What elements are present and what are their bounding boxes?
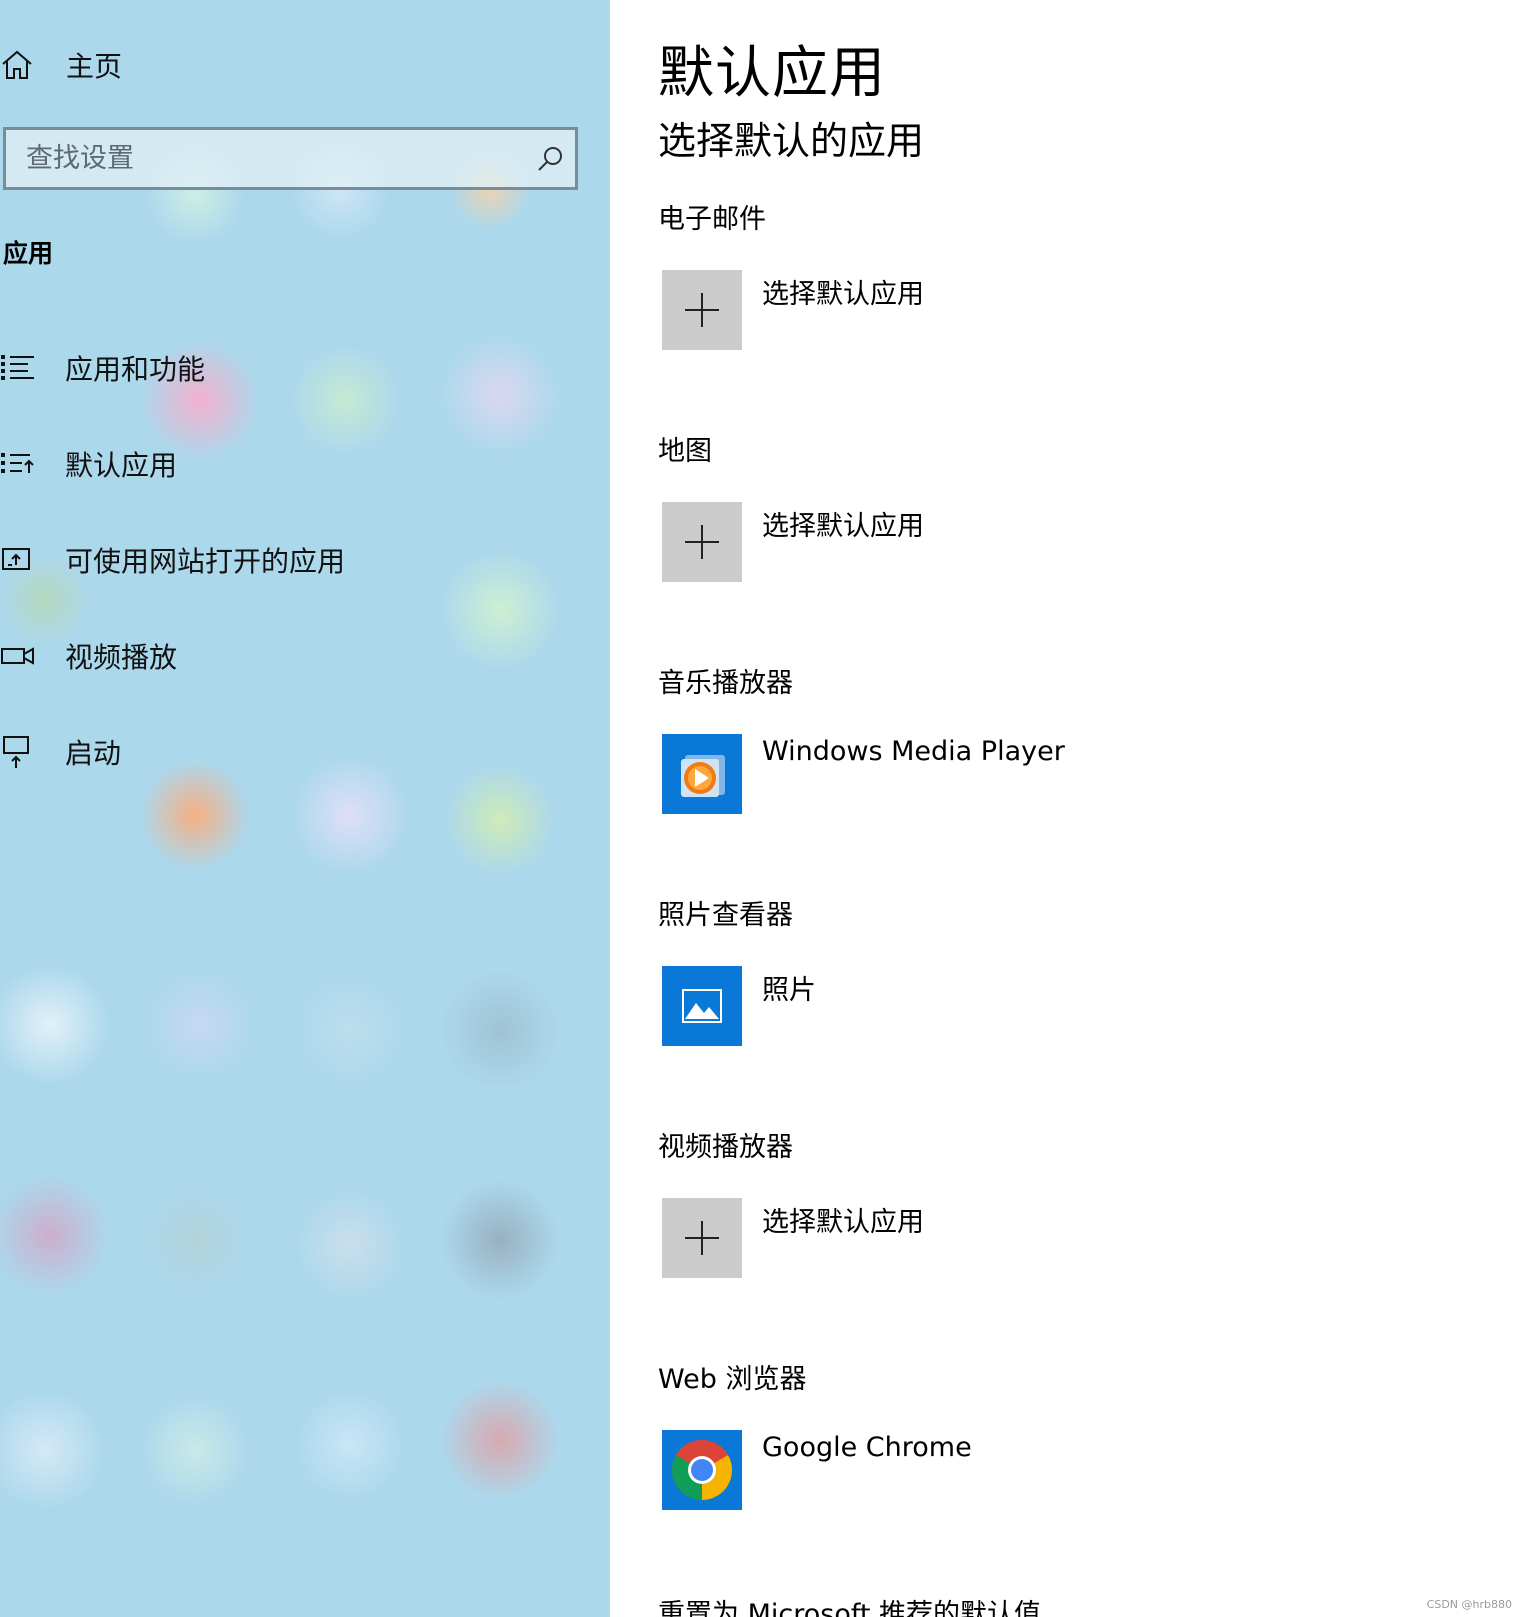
sidebar-item-default-apps[interactable]: 默认应用: [0, 434, 590, 494]
sidebar-item-label: 可使用网站打开的应用: [65, 545, 346, 578]
sidebar-item-apps-for-websites[interactable]: 可使用网站打开的应用: [0, 530, 590, 590]
app-name: 照片: [762, 975, 816, 1006]
category-music-player: 音乐播放器 Windows Media Player: [658, 664, 1458, 816]
section-title: 应用: [3, 239, 54, 268]
home-nav-item[interactable]: 主页: [0, 40, 400, 90]
plus-icon: [662, 502, 742, 582]
sidebar-item-label: 视频播放: [65, 641, 178, 674]
default-apps-icon: [0, 448, 40, 480]
search-input[interactable]: [26, 143, 525, 174]
choose-photo-app-button[interactable]: 照片: [658, 966, 1458, 1048]
category-label: 视频播放器: [658, 1132, 793, 1163]
startup-icon: [0, 736, 40, 768]
sidebar-item-label: 启动: [65, 737, 122, 770]
google-chrome-icon: [662, 1430, 742, 1510]
choose-browser-app-button[interactable]: Google Chrome: [658, 1430, 1458, 1512]
sidebar-item-label: 默认应用: [65, 449, 178, 482]
category-label: 照片查看器: [658, 900, 793, 931]
plus-icon: [662, 1198, 742, 1278]
sidebar-item-label: 应用和功能: [65, 353, 206, 386]
photos-icon: [662, 966, 742, 1046]
app-name: 选择默认应用: [762, 1207, 924, 1238]
page-subtitle: 选择默认的应用: [658, 119, 925, 163]
sidebar-item-startup[interactable]: 启动: [0, 722, 590, 782]
category-email: 电子邮件 选择默认应用: [658, 200, 1458, 352]
sidebar-item-apps-features[interactable]: 应用和功能: [0, 338, 590, 398]
page-title: 默认应用: [658, 41, 886, 106]
choose-music-app-button[interactable]: Windows Media Player: [658, 734, 1458, 816]
choose-video-app-button[interactable]: 选择默认应用: [658, 1198, 1458, 1280]
choose-maps-app-button[interactable]: 选择默认应用: [658, 502, 1458, 584]
app-name: Windows Media Player: [762, 736, 1065, 767]
sidebar-item-video-playback[interactable]: 视频播放: [0, 626, 590, 686]
search-icon[interactable]: [525, 130, 575, 187]
app-name: 选择默认应用: [762, 511, 924, 542]
video-playback-icon: [0, 640, 40, 672]
main-panel: 默认应用 选择默认的应用 电子邮件 选择默认应用 地图 选择默认应用 音乐播放器: [610, 0, 1522, 1617]
category-label: 电子邮件: [658, 204, 766, 235]
apps-for-websites-icon: [0, 544, 40, 576]
choose-email-app-button[interactable]: 选择默认应用: [658, 270, 1458, 352]
home-icon: [0, 49, 40, 81]
search-box[interactable]: [3, 127, 578, 190]
home-label: 主页: [66, 50, 123, 83]
apps-features-icon: [0, 352, 40, 384]
sidebar: 主页 应用 应用和功能: [0, 0, 610, 1617]
windows-media-player-icon: [662, 734, 742, 814]
category-label: 地图: [658, 436, 712, 467]
reset-defaults-label: 重置为 Microsoft 推荐的默认值: [658, 1599, 1042, 1617]
plus-icon: [662, 270, 742, 350]
category-label: 音乐播放器: [658, 668, 793, 699]
category-video-player: 视频播放器 选择默认应用: [658, 1128, 1458, 1280]
category-web-browser: Web 浏览器 Google Chrome: [658, 1360, 1458, 1512]
watermark: CSDN @hrb880: [1426, 1598, 1512, 1611]
category-photo-viewer: 照片查看器 照片: [658, 896, 1458, 1048]
category-maps: 地图 选择默认应用: [658, 432, 1458, 584]
app-name: Google Chrome: [762, 1432, 972, 1463]
category-label: Web 浏览器: [658, 1364, 807, 1395]
app-name: 选择默认应用: [762, 279, 924, 310]
